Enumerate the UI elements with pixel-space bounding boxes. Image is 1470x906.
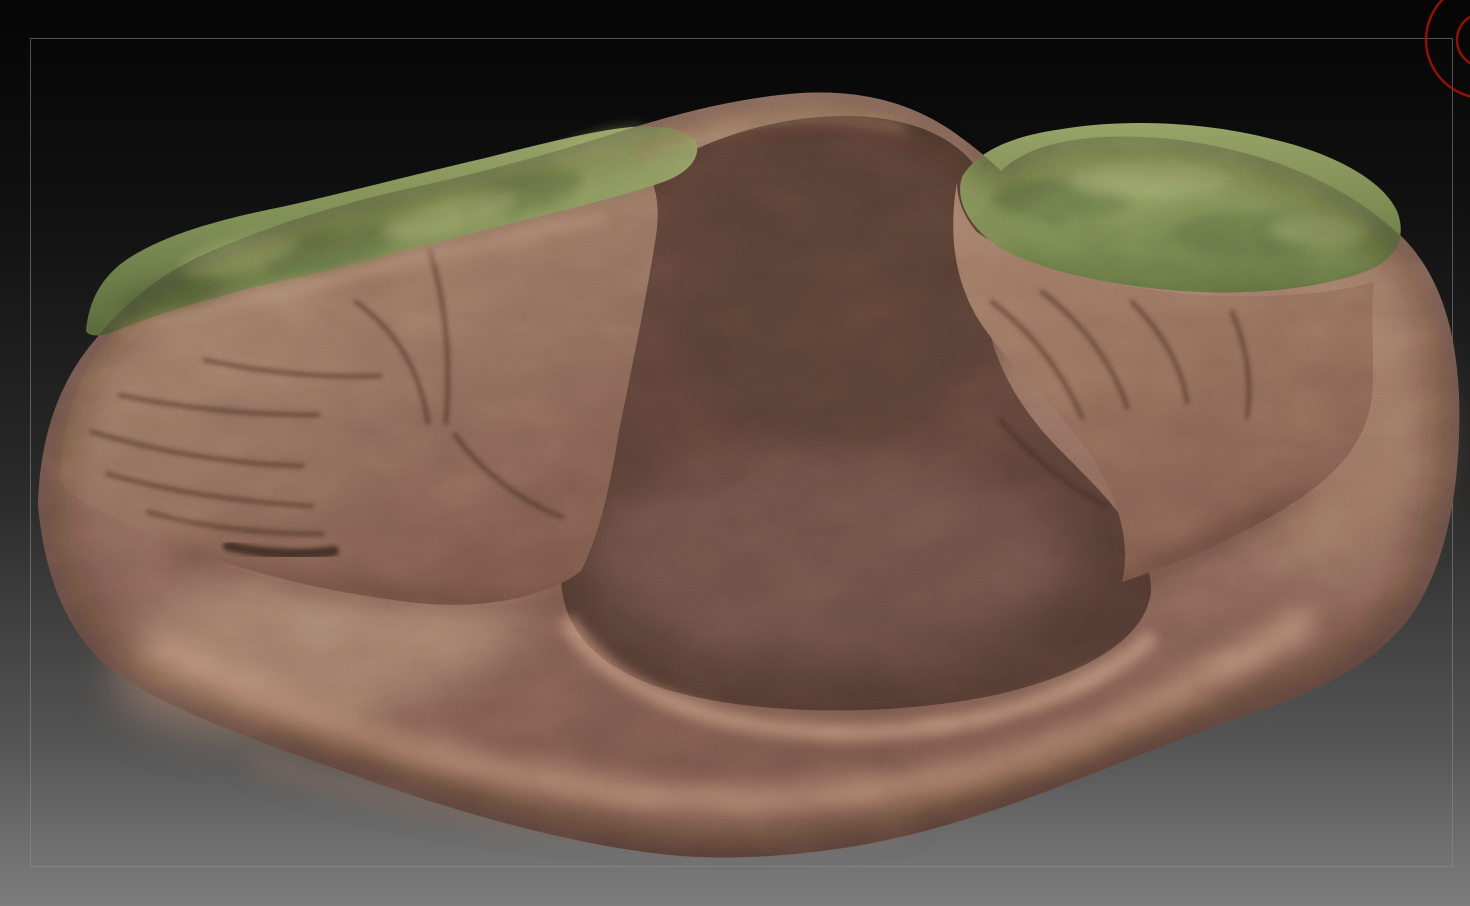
- rotation-widget-inner-ring[interactable]: [1457, 13, 1470, 67]
- rotation-widget-outer-ring[interactable]: [1426, 0, 1470, 98]
- sculpting-viewport[interactable]: [0, 0, 1470, 906]
- canvas-rotation-widget[interactable]: [1426, 0, 1470, 98]
- scene-canvas[interactable]: [0, 0, 1470, 906]
- rock-basin-model[interactable]: [30, 85, 1465, 865]
- clay-grain-texture: [30, 85, 1465, 865]
